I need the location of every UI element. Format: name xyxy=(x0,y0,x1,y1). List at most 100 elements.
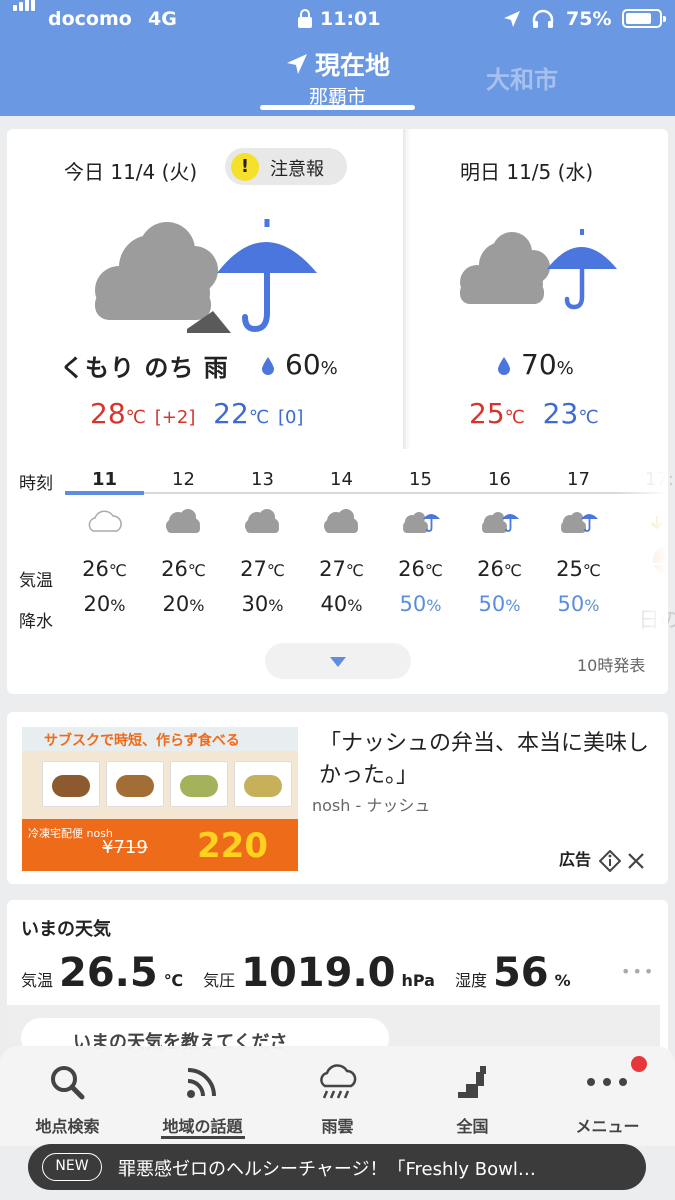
cloud-icon xyxy=(144,507,223,535)
hour-label: 17 xyxy=(567,469,590,490)
tab-indicator xyxy=(260,105,415,110)
day-divider xyxy=(403,129,411,449)
more-icon xyxy=(587,1078,627,1086)
search-icon xyxy=(51,1066,85,1100)
cloud-then-rain-icon xyxy=(95,219,317,333)
forecast-card: 今日 11/4 (火) ! 注意報 くもり のち 雨 60% 28℃ [+2] … xyxy=(7,129,675,694)
hour-rain: 50% xyxy=(399,592,442,616)
ad-banner-text: サブスクで時短、作らず食べる xyxy=(22,727,298,751)
hour-column: 11 26℃ 20% xyxy=(65,469,144,616)
carrier-name: docomo xyxy=(48,8,132,30)
bottom-tab-bar: 地点検索 地域の話題 雨雲 全国 メニュー xyxy=(0,1046,675,1146)
cloud-icon xyxy=(302,507,381,535)
today-weather-text: くもり のち 雨 xyxy=(60,354,229,382)
raindrop-icon xyxy=(498,357,510,375)
hour-label: 14 xyxy=(330,469,353,490)
ad-info-icon[interactable] xyxy=(598,849,622,872)
tomorrow-low: 23 xyxy=(542,397,579,430)
rain-cloud-icon xyxy=(320,1064,357,1099)
tomorrow-pop: 70% xyxy=(497,348,574,381)
ad-price-bar: 冷凍宅配便 nosh ¥719 220 xyxy=(22,819,298,871)
status-bar: docomo 4G 11:01 75% xyxy=(0,0,675,38)
tab-current-label: 現在地 xyxy=(314,51,390,80)
hour-label: 15 xyxy=(409,469,432,490)
hour-temp: 26℃ xyxy=(82,557,127,581)
hour-column: 13 27℃ 30% xyxy=(223,469,302,616)
alert-label: 注意報 xyxy=(270,159,324,180)
japan-map-icon xyxy=(458,1066,486,1098)
hour-temp: 26℃ xyxy=(398,557,443,581)
current-humidity: 56 xyxy=(492,950,549,996)
hour-column: 14 27℃ 40% xyxy=(302,469,381,616)
current-weather-title: いまの天気 xyxy=(21,919,111,940)
app-header: docomo 4G 11:01 75% 現在地 那覇市 大和市 xyxy=(0,0,675,116)
current-temp: 26.5 xyxy=(59,950,158,996)
hour-column: 12 26℃ 20% xyxy=(144,469,223,616)
notification-dot xyxy=(631,1056,647,1072)
more-options-icon[interactable]: ••• xyxy=(621,962,655,981)
lock-icon xyxy=(298,9,312,28)
current-readings: 気温 26.5 ℃ 気圧 1019.0 hPa 湿度 56% xyxy=(21,950,571,996)
tab-nationwide[interactable]: 全国 xyxy=(405,1046,540,1146)
ad-title[interactable]: 「ナッシュの弁当、本当に美味しかった。」 xyxy=(319,728,649,792)
cloud-light-icon xyxy=(65,507,144,535)
close-icon[interactable] xyxy=(626,851,646,871)
tab-search[interactable]: 地点検索 xyxy=(0,1046,135,1146)
hour-label: 11 xyxy=(91,469,118,490)
battery-percent: 75% xyxy=(566,8,612,30)
ad-image[interactable]: サブスクで時短、作らず食べる 冷凍宅配便 nosh ¥719 220 xyxy=(22,727,298,871)
today-pop: 60% xyxy=(261,348,338,381)
tab-current-location[interactable]: 現在地 那覇市 xyxy=(260,46,415,110)
label-temp: 気温 xyxy=(19,571,53,591)
location-arrow-icon xyxy=(286,54,307,74)
ad-brand: 冷凍宅配便 nosh xyxy=(28,827,113,840)
clock: 11:01 xyxy=(320,8,381,30)
ad-card[interactable]: サブスクで時短、作らず食べる 冷凍宅配便 nosh ¥719 220 「ナッシュ… xyxy=(7,712,668,884)
today-low-diff: [0] xyxy=(277,407,304,428)
hour-label: 13 xyxy=(251,469,274,490)
news-ticker[interactable]: NEW 罪悪感ゼロのヘルシーチャージ！「Freshly Bowl… xyxy=(28,1144,646,1190)
cloud-rain-icon xyxy=(381,507,460,535)
network-type: 4G xyxy=(148,8,177,30)
today-date: 今日 11/4 (火) xyxy=(64,160,198,184)
current-pressure: 1019.0 xyxy=(241,950,396,996)
expand-button[interactable] xyxy=(265,643,411,679)
ad-source: nosh - ナッシュ xyxy=(312,796,431,815)
warning-icon: ! xyxy=(231,153,259,181)
tomorrow-temps: 25℃ 23℃ xyxy=(469,397,599,430)
hour-column: 16 26℃ 50% xyxy=(460,469,539,616)
hour-temp: 27℃ xyxy=(240,557,285,581)
ad-label[interactable]: 広告 xyxy=(559,846,646,872)
tomorrow-date: 明日 11/5 (水) xyxy=(460,160,594,184)
cloud-rain-icon xyxy=(460,229,617,310)
tab-yamato[interactable]: 大和市 xyxy=(486,60,558,95)
today-high: 28 xyxy=(90,397,126,430)
hour-label: 12 xyxy=(172,469,195,490)
alert-badge[interactable]: ! 注意報 xyxy=(225,148,347,185)
new-badge: NEW xyxy=(42,1153,102,1181)
cloud-icon xyxy=(223,507,302,535)
today-high-diff: [+2] xyxy=(154,407,196,428)
tab-rain-radar[interactable]: 雨雲 xyxy=(270,1046,405,1146)
hour-temp: 26℃ xyxy=(161,557,206,581)
cloud-rain-icon xyxy=(460,507,539,535)
hour-rain: 40% xyxy=(320,592,363,616)
location-arrow-icon xyxy=(504,11,520,27)
battery-icon xyxy=(622,9,666,28)
hour-rain: 50% xyxy=(478,592,521,616)
label-time: 時刻 xyxy=(19,474,53,494)
cloud-rain-icon xyxy=(539,507,618,535)
today-temps: 28℃ [+2] 22℃ [0] xyxy=(90,397,304,430)
tab-local-topics[interactable]: 地域の話題 xyxy=(135,1046,270,1146)
hour-column: 17 25℃ 50% xyxy=(539,469,618,616)
feed-icon xyxy=(187,1068,216,1098)
headphones-icon xyxy=(532,9,554,28)
ticker-text: 罪悪感ゼロのヘルシーチャージ！「Freshly Bowl… xyxy=(118,1159,536,1180)
raindrop-icon xyxy=(262,357,274,375)
hour-rain: 30% xyxy=(241,592,284,616)
hour-rain: 50% xyxy=(557,592,600,616)
tab-menu[interactable]: メニュー xyxy=(540,1046,675,1146)
ad-price: 220 xyxy=(197,826,268,866)
hour-temp: 27℃ xyxy=(319,557,364,581)
hour-label: 16 xyxy=(488,469,511,490)
